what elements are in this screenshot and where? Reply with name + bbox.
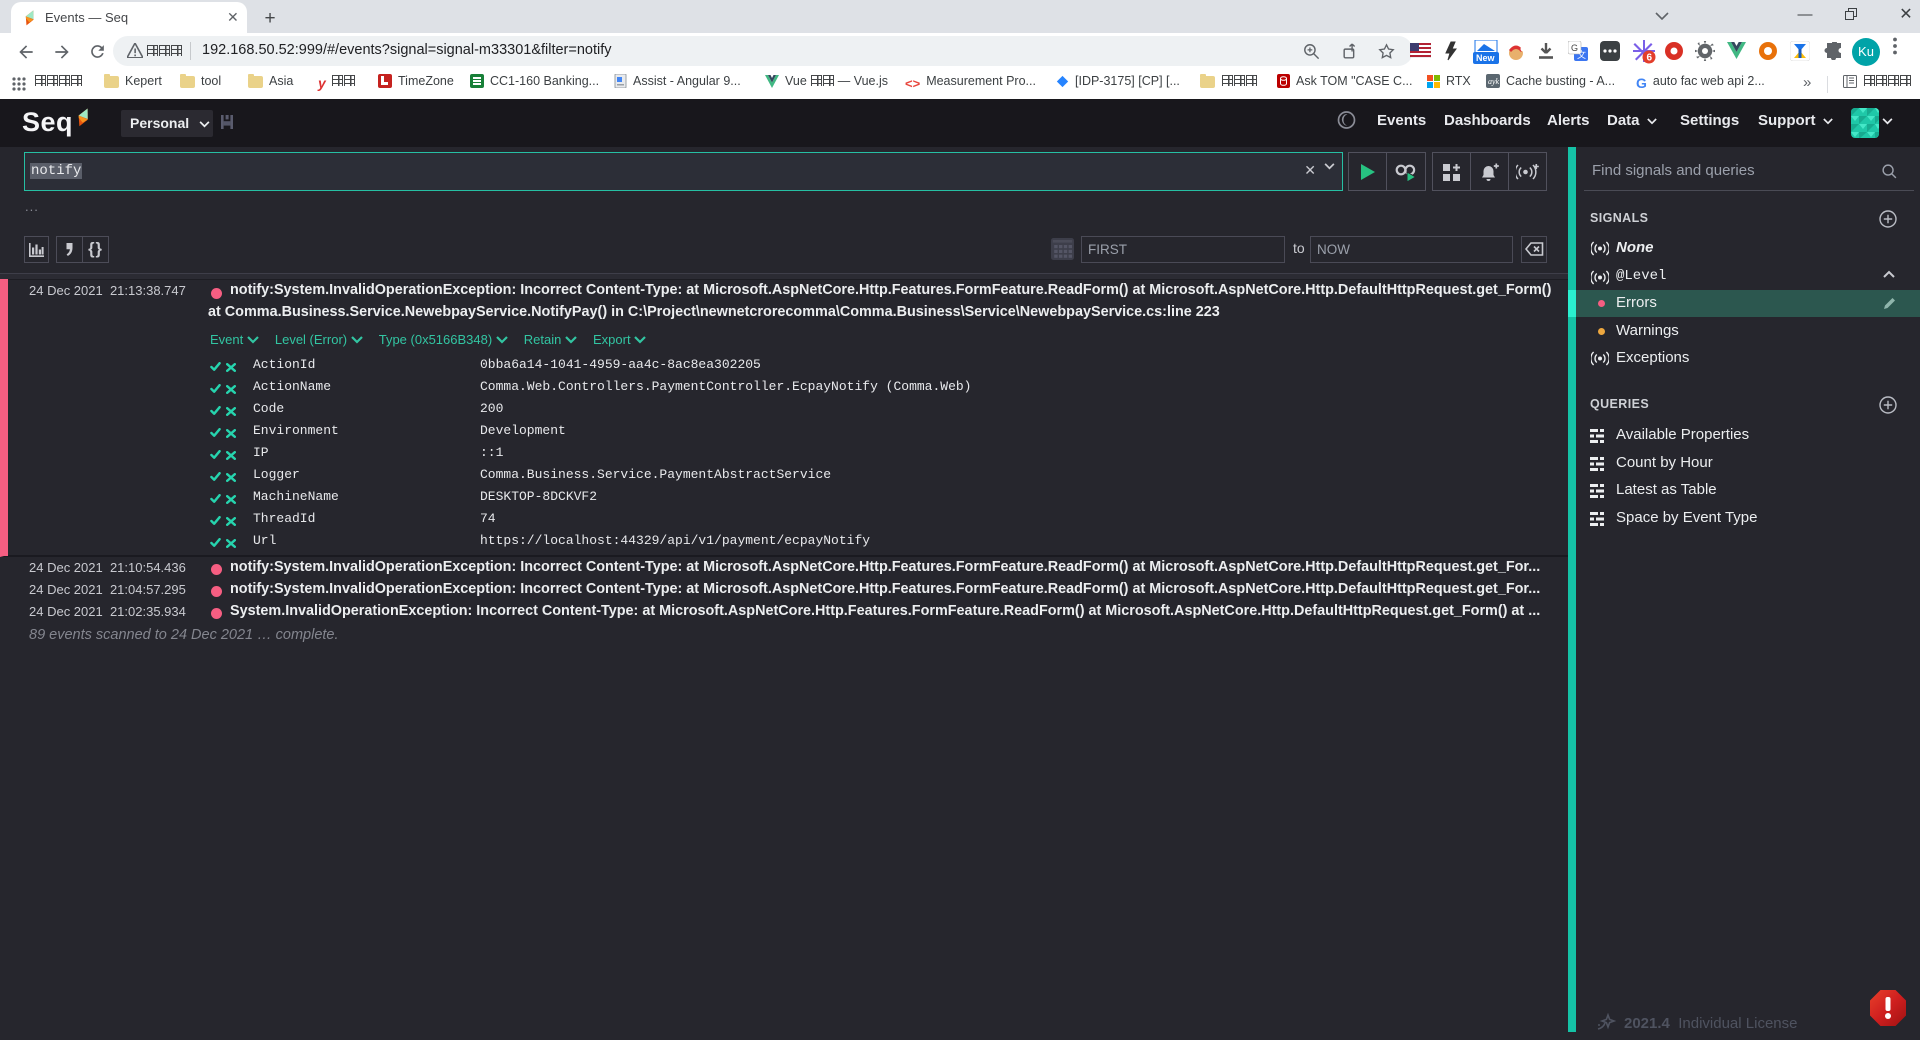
svg-text:6: 6	[1647, 53, 1653, 64]
svg-text:ayk: ayk	[1488, 77, 1500, 86]
svg-text:文: 文	[1577, 49, 1586, 60]
svg-text:New: New	[1476, 53, 1496, 63]
